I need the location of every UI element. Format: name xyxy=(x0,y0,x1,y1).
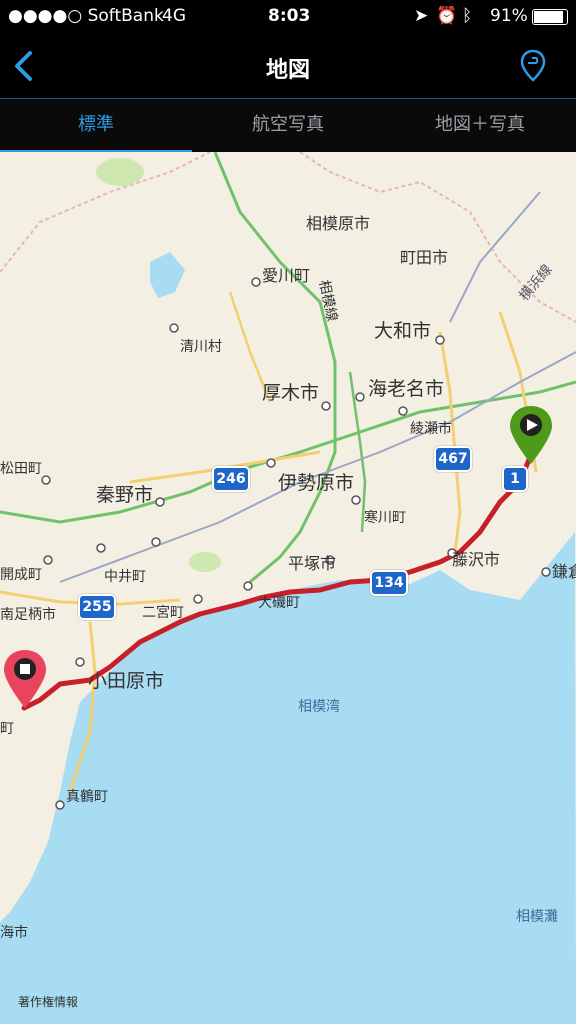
place-label: 町 xyxy=(0,721,14,737)
route-shield: 467 xyxy=(434,446,472,472)
tab-standard[interactable]: 標準 xyxy=(0,99,192,153)
place-label: 寒川町 xyxy=(364,510,406,526)
place-label: 秦野市 xyxy=(96,484,154,506)
place-label: 開成町 xyxy=(0,567,42,583)
place-label: 相模原市 xyxy=(306,214,371,233)
place-label: 鎌倉 xyxy=(552,562,576,581)
place-label: 愛川町 xyxy=(262,266,311,285)
bluetooth-icon: ᛒ xyxy=(462,6,473,26)
place-label: 松田町 xyxy=(0,461,42,477)
place-label: 綾瀬市 xyxy=(410,421,452,437)
route-shield: 134 xyxy=(370,570,408,596)
place-label: 真鶴町 xyxy=(66,789,108,805)
battery-icon xyxy=(532,9,568,25)
place-label: 海老名市 xyxy=(368,378,445,400)
water-label: 相模灘 xyxy=(516,909,558,925)
place-label: 町田市 xyxy=(400,248,449,267)
place-label: 南足柄市 xyxy=(0,607,56,623)
copyright-link[interactable]: 著作権情報 xyxy=(18,993,78,1010)
place-label: 小田原市 xyxy=(88,670,165,692)
map-type-tabs: 標準 航空写真 地図＋写真 xyxy=(0,98,576,153)
location-icon: ➤ xyxy=(414,6,429,26)
battery-percent: 91% xyxy=(490,6,528,26)
place-label: 平塚市 xyxy=(288,554,337,573)
page-title: 地図 xyxy=(265,58,310,83)
alarm-icon: ⏰ xyxy=(436,6,458,26)
place-label: 大和市 xyxy=(374,320,432,342)
tab-aerial[interactable]: 航空写真 xyxy=(192,99,384,153)
place-label: 海市 xyxy=(0,925,28,941)
place-label: 伊勢原市 xyxy=(278,472,355,494)
route-pin-icon[interactable] xyxy=(518,48,548,84)
carrier-label: ●●●●○ SoftBank xyxy=(8,6,164,26)
status-bar: ●●●●○ SoftBank 4G 8:03 ➤ ⏰ ᛒ 91% xyxy=(0,0,576,34)
place-label: 大磯町 xyxy=(258,595,300,611)
map-view[interactable]: 相模原市 町田市 愛川町 清川村 大和市 厚木市 海老名市 綾瀬市 伊勢原市 寒… xyxy=(0,152,576,1024)
place-label: 藤沢市 xyxy=(452,550,501,569)
place-label: 厚木市 xyxy=(262,382,320,404)
end-marker[interactable] xyxy=(2,648,48,710)
water-label: 相模湾 xyxy=(298,699,340,715)
navigation-bar: 地図 xyxy=(0,34,576,98)
route-shield: 1 xyxy=(502,466,528,492)
clock: 8:03 xyxy=(268,6,311,26)
place-label: 二宮町 xyxy=(142,605,184,621)
route-shield: 246 xyxy=(212,466,250,492)
start-marker[interactable] xyxy=(508,404,554,466)
tab-hybrid[interactable]: 地図＋写真 xyxy=(384,99,576,153)
place-label: 清川村 xyxy=(180,339,222,355)
network-label: 4G xyxy=(162,6,186,26)
place-label: 中井町 xyxy=(104,569,146,585)
route-shield: 255 xyxy=(78,594,116,620)
